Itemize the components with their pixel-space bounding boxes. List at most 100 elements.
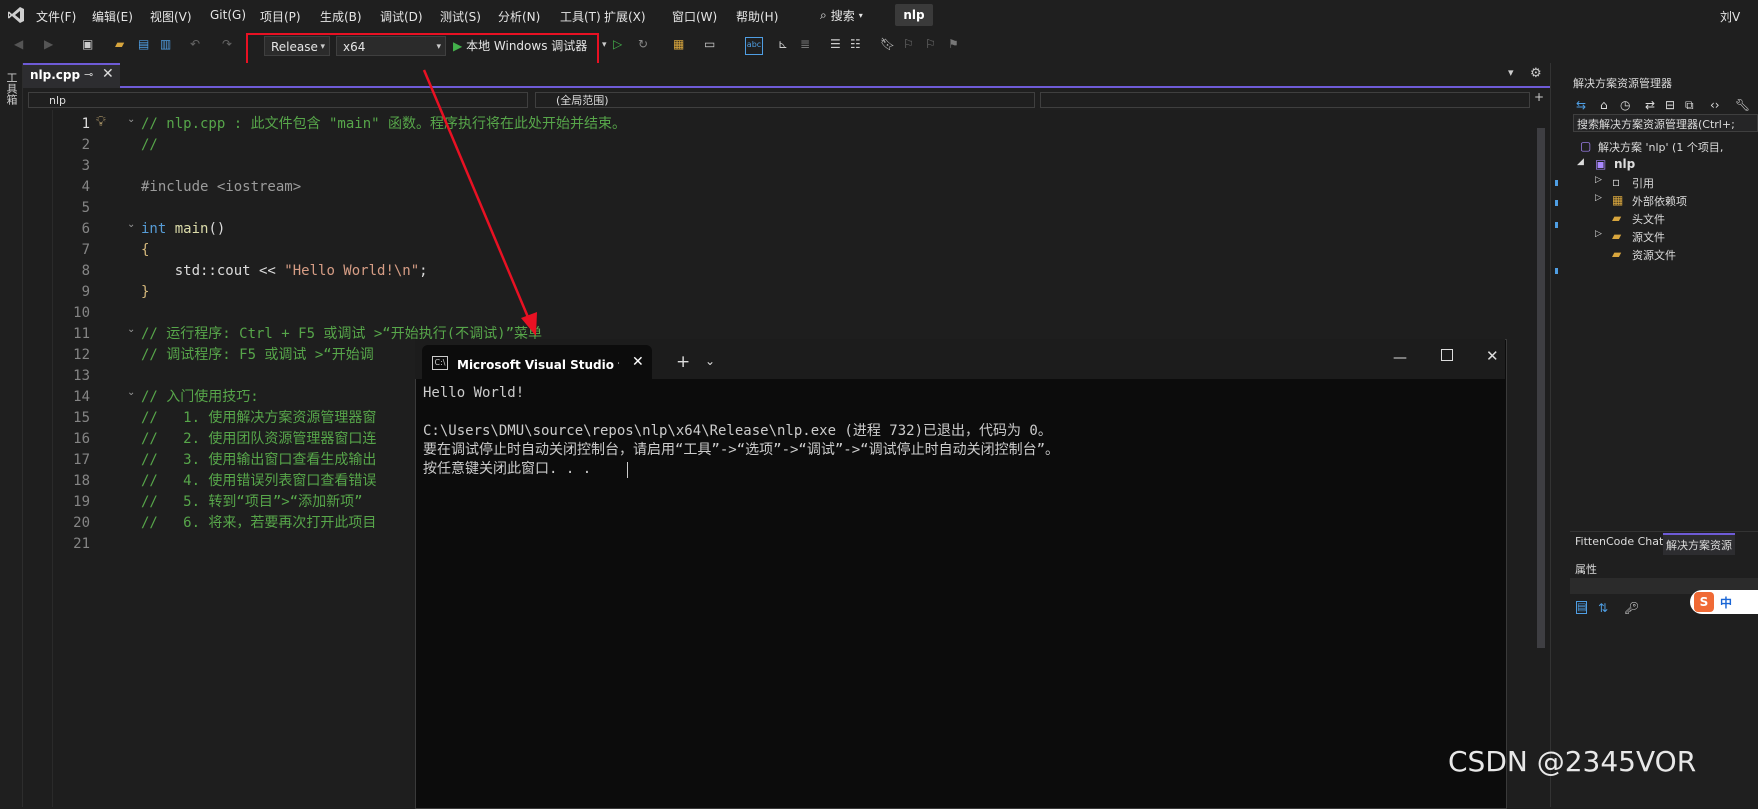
start-without-debugging-icon[interactable]: ▷	[613, 37, 629, 53]
show-all-files-icon[interactable]: ⧉	[1685, 98, 1694, 113]
settings-gear-icon[interactable]: ⚙	[1530, 66, 1542, 81]
home-icon[interactable]: ⌂	[1600, 98, 1608, 112]
menu-file[interactable]: 文件(F)	[36, 8, 76, 25]
line-number: 16	[73, 431, 90, 447]
fold-toggle-icon[interactable]: ⌄	[127, 219, 137, 230]
scroll-marker	[1555, 180, 1558, 186]
collapse-arrow-icon[interactable]: ▷	[1595, 175, 1602, 185]
fold-toggle-icon[interactable]: ⌄	[127, 387, 137, 398]
menu-window[interactable]: 窗口(W)	[672, 8, 717, 25]
scrollbar-thumb[interactable]	[1537, 128, 1545, 648]
categorized-icon[interactable]: ▤	[1576, 601, 1588, 614]
solution-configuration-icon[interactable]: ▦	[673, 37, 689, 53]
string-literal: "Hello World!\n"	[284, 263, 420, 279]
search-placeholder: 搜索解决方案资源管理器(Ctrl+;	[1577, 118, 1735, 131]
clear-bookmarks-icon[interactable]: ⚑	[948, 37, 964, 53]
menu-build[interactable]: 生成(B)	[320, 8, 362, 25]
format-icon[interactable]: ≣	[800, 37, 816, 53]
toolbox-tab[interactable]: 工具箱	[2, 72, 18, 105]
collapse-arrow-icon[interactable]: ▷	[1595, 193, 1602, 203]
tab-fittencode-chat[interactable]: FittenCode Chat	[1575, 535, 1663, 548]
switch-views-icon[interactable]: ⇄	[1645, 98, 1655, 112]
collapse-arrow-icon[interactable]: ▷	[1595, 229, 1602, 239]
tree-node-references[interactable]: 引用	[1632, 175, 1654, 191]
uncomment-icon[interactable]: ☷	[850, 37, 866, 53]
bookmark-icon[interactable]: 🔖︎	[880, 37, 896, 53]
menu-tools[interactable]: 工具(T)	[560, 8, 601, 25]
next-bookmark-icon[interactable]: ⚐	[925, 37, 941, 53]
menu-git[interactable]: Git(G)	[210, 8, 246, 22]
menu-debug[interactable]: 调试(D)	[380, 8, 423, 25]
spell-check-icon[interactable]: abc	[745, 37, 763, 55]
pin-icon[interactable]: ⊸	[84, 68, 93, 81]
solution-node[interactable]: 解决方案 'nlp' (1 个项目,	[1598, 139, 1723, 155]
menu-analyze[interactable]: 分析(N)	[498, 8, 540, 25]
tree-node-source-files[interactable]: 源文件	[1632, 229, 1665, 245]
new-project-icon[interactable]: ▣	[82, 37, 98, 53]
solution-search-input[interactable]: 搜索解决方案资源管理器(Ctrl+;	[1573, 114, 1758, 132]
close-tab-icon[interactable]: ✕	[632, 354, 644, 370]
split-icon[interactable]: +	[1534, 90, 1544, 104]
menu-project[interactable]: 项目(P)	[260, 8, 301, 25]
fold-toggle-icon[interactable]: ⌄	[127, 324, 137, 335]
scroll-marker	[1555, 268, 1558, 274]
menu-help[interactable]: 帮助(H)	[736, 8, 778, 25]
tree-node-header-files[interactable]: 头文件	[1632, 211, 1665, 227]
menu-extensions[interactable]: 扩展(X)	[604, 8, 646, 25]
tree-node-resource-files[interactable]: 资源文件	[1632, 247, 1676, 263]
keyword: int	[141, 221, 167, 237]
solution-icon: ▢	[1580, 139, 1592, 153]
back-icon[interactable]: ◀	[14, 37, 30, 53]
prev-bookmark-icon[interactable]: ⚐	[903, 37, 919, 53]
open-folder-icon[interactable]: ▰	[115, 37, 131, 53]
menu-view[interactable]: 视图(V)	[150, 8, 192, 25]
comment-icon[interactable]: ☰	[830, 37, 846, 53]
expand-icon[interactable]: ◢	[1577, 157, 1584, 167]
comment-text: //	[141, 137, 158, 153]
hot-reload-icon[interactable]: ↻	[638, 37, 654, 53]
tab-dropdown-icon[interactable]: ⌄	[705, 354, 715, 368]
alphabetical-icon[interactable]: ⇅	[1598, 601, 1608, 615]
menu-edit[interactable]: 编辑(E)	[92, 8, 133, 25]
ime-indicator[interactable]: S 中	[1690, 590, 1758, 614]
align-icon[interactable]: ⊾	[778, 37, 794, 53]
global-scope-value: (全局范围)	[556, 94, 609, 107]
window-layout-icon[interactable]: ▭	[704, 37, 720, 53]
history-icon[interactable]: ◷	[1620, 98, 1630, 112]
code-view-icon[interactable]: ‹›	[1710, 98, 1720, 112]
member-dropdown[interactable]	[1040, 92, 1530, 108]
global-scope-dropdown[interactable]: (全局范围)	[535, 92, 1035, 108]
lightbulb-icon[interactable]: 💡︎	[96, 114, 106, 130]
project-scope-dropdown[interactable]: nlp	[28, 92, 528, 108]
undo-icon[interactable]: ↶	[190, 37, 206, 53]
new-tab-icon[interactable]: +	[676, 352, 690, 372]
save-all-icon[interactable]: ▥	[160, 37, 176, 53]
properties-wrench-icon[interactable]: 🔧︎	[1735, 98, 1750, 112]
line-number: 19	[73, 494, 90, 510]
visual-studio-logo-icon[interactable]	[6, 5, 26, 25]
close-window-icon[interactable]: ✕	[1486, 347, 1499, 365]
project-node[interactable]: nlp	[1614, 157, 1635, 171]
redo-icon[interactable]: ↷	[222, 37, 238, 53]
collapse-all-icon[interactable]: ⊟	[1665, 98, 1675, 112]
panel-title: 解决方案资源管理器	[1573, 77, 1672, 90]
debug-console-window[interactable]	[415, 339, 1507, 809]
close-icon[interactable]: ✕	[102, 66, 114, 82]
forward-icon[interactable]: ▶	[44, 37, 60, 53]
save-icon[interactable]: ▤	[138, 37, 154, 53]
sync-icon[interactable]: ⇆	[1576, 98, 1586, 112]
minimize-icon[interactable]: —	[1393, 350, 1407, 366]
property-pages-icon[interactable]: 🔑︎	[1624, 601, 1639, 615]
line-number: 18	[73, 473, 90, 489]
menu-test[interactable]: 测试(S)	[440, 8, 481, 25]
tree-node-external-deps[interactable]: 外部依赖项	[1632, 193, 1687, 209]
code-line-2: //	[141, 135, 158, 156]
tab-solution-explorer[interactable]: 解决方案资源	[1663, 533, 1735, 555]
user-name[interactable]: 刘V	[1720, 8, 1740, 25]
comment-text: // 2. 使用团队资源管理器窗口连	[141, 431, 377, 447]
solution-name-badge[interactable]: nlp	[895, 4, 933, 26]
fold-toggle-icon[interactable]: ⌄	[127, 114, 137, 125]
search-button[interactable]: ⌕ 搜索 ▾	[820, 4, 863, 26]
tab-list-chevron-icon[interactable]: ▾	[1508, 66, 1514, 79]
maximize-icon[interactable]	[1441, 349, 1453, 361]
